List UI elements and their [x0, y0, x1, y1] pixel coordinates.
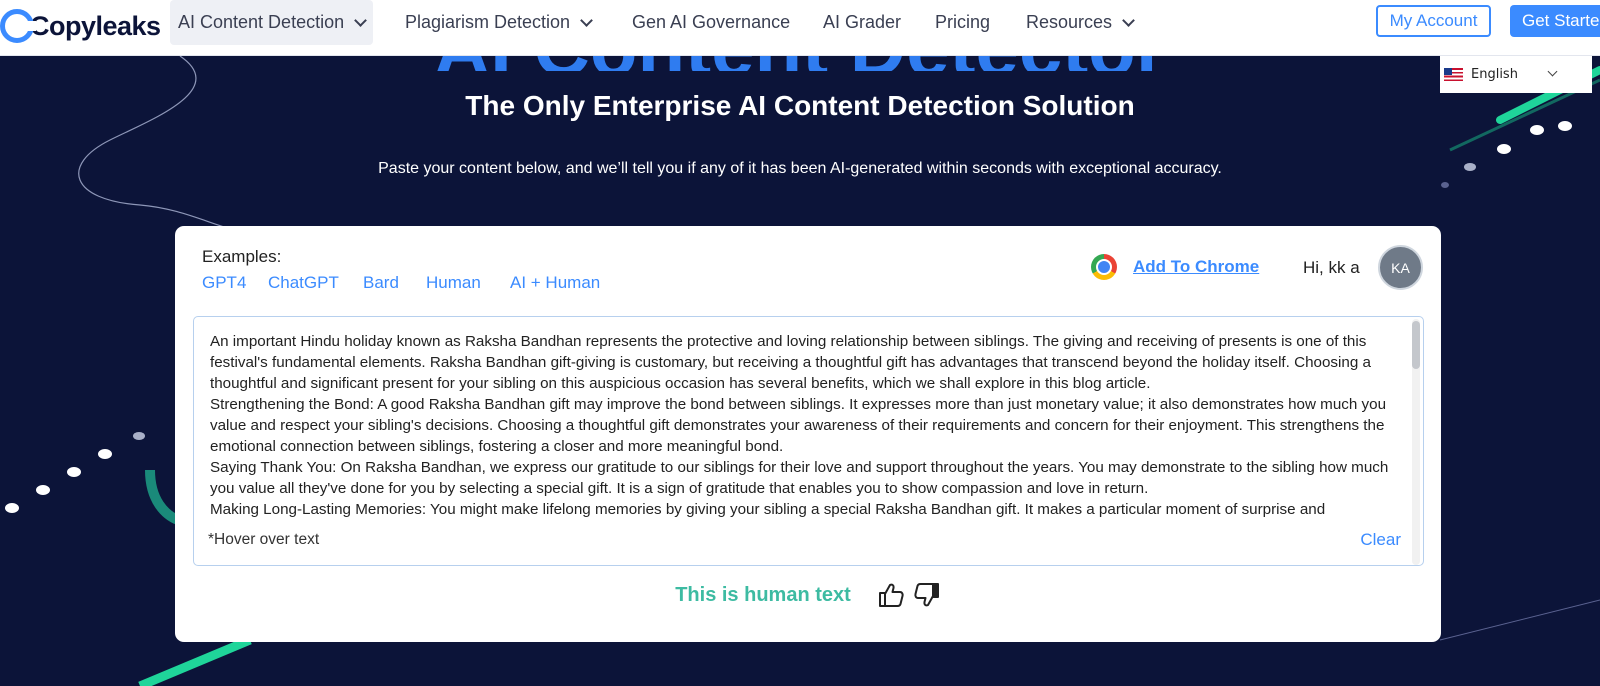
nav-item-label: AI Content Detection — [178, 12, 345, 32]
nav-item-label: Resources — [1026, 12, 1113, 32]
us-flag-icon — [1444, 68, 1463, 81]
nav-item-plagiarism-detection[interactable]: Plagiarism Detection — [397, 0, 599, 45]
language-label: English — [1471, 67, 1518, 82]
editor-paragraph: An important Hindu holiday known as Raks… — [210, 333, 1371, 392]
chrome-icon[interactable] — [1091, 254, 1117, 280]
avatar[interactable]: KA — [1378, 245, 1423, 290]
nav-item-ai-grader[interactable]: AI Grader — [815, 0, 909, 45]
chevron-down-icon — [354, 13, 367, 27]
nav-item-label: Pricing — [935, 12, 991, 32]
example-human-link[interactable]: Human — [426, 273, 481, 293]
editor-paragraph: Making Long-Lasting Memories: You might … — [210, 501, 1326, 517]
copyleaks-logo[interactable]: Copyleaks — [0, 6, 161, 46]
thumbs-down-icon[interactable] — [913, 582, 941, 608]
nav-item-label: Plagiarism Detection — [405, 12, 571, 32]
my-account-button[interactable]: My Account — [1376, 5, 1491, 37]
top-navbar: Copyleaks AI Content Detection Plagiaris… — [0, 0, 1600, 56]
hover-note: *Hover over text — [208, 531, 320, 548]
nav-item-ai-content-detection[interactable]: AI Content Detection — [170, 0, 374, 45]
example-bard-link[interactable]: Bard — [363, 273, 399, 293]
nav-item-label: AI Grader — [823, 12, 902, 32]
language-selector[interactable]: English — [1440, 56, 1592, 93]
scrollbar-thumb[interactable] — [1412, 321, 1420, 369]
clear-button[interactable]: Clear — [1360, 530, 1401, 550]
result-row: This is human text — [175, 582, 1441, 608]
examples-label: Examples: — [202, 247, 282, 266]
chevron-down-icon — [1547, 66, 1558, 77]
example-chatgpt-link[interactable]: ChatGPT — [268, 273, 339, 293]
thumbs-up-icon[interactable] — [877, 582, 905, 608]
page-subtitle: Paste your content below, and we’ll tell… — [378, 160, 1222, 177]
result-text: This is human text — [675, 583, 851, 606]
text-input-area[interactable]: An important Hindu holiday known as Raks… — [193, 316, 1424, 566]
get-started-button[interactable]: Get Starte — [1510, 5, 1600, 37]
nav-item-gen-ai-governance[interactable]: Gen AI Governance — [624, 0, 798, 45]
editor-text[interactable]: An important Hindu holiday known as Raks… — [210, 331, 1400, 517]
editor-paragraph: Saying Thank You: On Raksha Bandhan, we … — [210, 459, 1389, 497]
add-to-chrome-link[interactable]: Add To Chrome — [1133, 257, 1259, 277]
logo-mark-icon — [0, 9, 36, 43]
chevron-down-icon — [1122, 13, 1135, 27]
nav-item-pricing[interactable]: Pricing — [927, 0, 998, 45]
detection-card: Examples: GPT4 ChatGPT Bard Human AI + H… — [175, 226, 1441, 642]
page-title: The Only Enterprise AI Content Detection… — [465, 90, 1135, 121]
editor-scrollbar[interactable] — [1412, 319, 1420, 565]
user-greeting: Hi, kk a — [1303, 258, 1360, 277]
nav-item-label: Gen AI Governance — [632, 12, 791, 32]
nav-item-resources[interactable]: Resources — [1018, 0, 1141, 45]
chevron-down-icon — [580, 13, 593, 27]
editor-paragraph: Strengthening the Bond: A good Raksha Ba… — [210, 396, 1387, 455]
logo-text: Copyleaks — [30, 10, 161, 41]
example-gpt4-link[interactable]: GPT4 — [202, 273, 246, 293]
example-ai-human-link[interactable]: AI + Human — [510, 273, 600, 293]
